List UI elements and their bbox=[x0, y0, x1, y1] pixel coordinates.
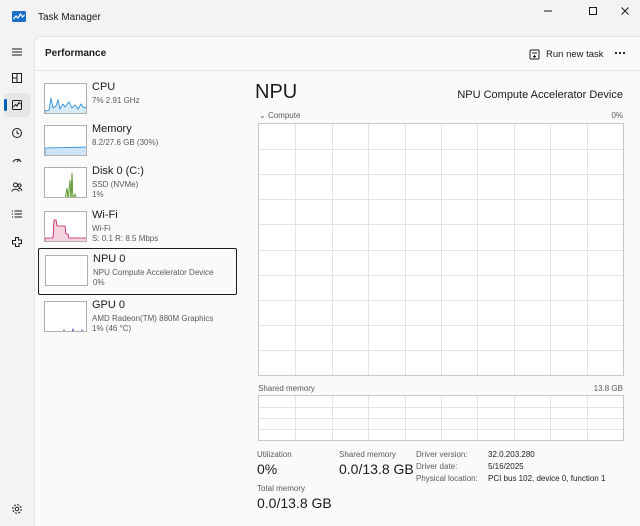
device-detail: 0% bbox=[93, 278, 105, 287]
total-memory-label: Total memory bbox=[257, 484, 306, 493]
driver-version-value: 32.0.203.280 bbox=[488, 450, 535, 459]
shared-memory-graph-label: Shared memory bbox=[258, 384, 315, 393]
total-memory-value: 0.0/13.8 GB bbox=[257, 495, 332, 511]
startup-apps-icon bbox=[12, 158, 22, 163]
driver-version-label: Driver version: bbox=[416, 450, 468, 459]
utilization-value: 0% bbox=[257, 461, 278, 477]
device-name: NPU 0 bbox=[93, 253, 126, 265]
run-new-task-icon bbox=[529, 49, 540, 59]
hamburger-menu-icon bbox=[12, 48, 22, 56]
device-detail: 1% bbox=[92, 190, 104, 199]
users-icon bbox=[11, 182, 23, 192]
device-detail: SSD (NVMe) bbox=[92, 180, 139, 189]
chevron-down-icon: ⌄ bbox=[259, 111, 266, 120]
more-options-button[interactable] bbox=[609, 44, 631, 62]
device-thumbnail-disk bbox=[44, 167, 87, 198]
device-detail: NPU Compute Accelerator Device bbox=[93, 268, 214, 277]
device-thumbnail-npu bbox=[45, 255, 88, 286]
performance-icon bbox=[12, 100, 22, 110]
device-model: NPU Compute Accelerator Device bbox=[457, 89, 623, 101]
device-name: GPU 0 bbox=[92, 299, 126, 311]
compute-graph-label[interactable]: ⌄ Compute bbox=[259, 111, 300, 120]
compute-graph-grid bbox=[259, 124, 623, 375]
device-detail: 7% 2.91 GHz bbox=[92, 96, 140, 105]
minimize-icon bbox=[544, 10, 552, 12]
compute-graph bbox=[258, 123, 624, 376]
shared-memory-value: 0.0/13.8 GB bbox=[339, 461, 414, 477]
app-history-icon bbox=[12, 128, 22, 138]
driver-date-value: 5/16/2025 bbox=[488, 462, 524, 471]
processes-icon bbox=[12, 73, 22, 83]
compute-label-text: Compute bbox=[267, 111, 301, 120]
device-thumbnail-memory bbox=[44, 125, 87, 156]
device-gpu[interactable]: GPU 0 AMD Radeon(TM) 880M Graphics 1% (4… bbox=[38, 295, 237, 337]
nav-item-app-history[interactable] bbox=[4, 121, 30, 145]
device-heading: NPU bbox=[255, 81, 298, 103]
nav-menu-button[interactable] bbox=[4, 40, 30, 64]
nav-item-settings[interactable] bbox=[4, 497, 30, 521]
device-thumbnail-cpu bbox=[44, 83, 87, 114]
minimize-button[interactable] bbox=[533, 0, 563, 22]
device-detail: 8.2/27.6 GB (30%) bbox=[92, 138, 159, 147]
nav-item-processes[interactable] bbox=[4, 66, 30, 90]
device-detail: Wi-Fi bbox=[92, 224, 111, 233]
settings-icon bbox=[12, 504, 22, 514]
device-name: Disk 0 (C:) bbox=[92, 165, 144, 177]
title-bar: Task Manager bbox=[0, 0, 640, 34]
nav-item-startup-apps[interactable] bbox=[4, 148, 30, 172]
maximize-button[interactable] bbox=[578, 0, 608, 22]
compute-graph-max: 0% bbox=[611, 111, 623, 120]
nav-item-users[interactable] bbox=[4, 175, 30, 199]
device-disk[interactable]: Disk 0 (C:) SSD (NVMe) 1% bbox=[38, 161, 237, 203]
more-options-icon bbox=[614, 51, 626, 55]
device-detail: S: 0.1 R: 8.5 Mbps bbox=[92, 234, 159, 243]
page-title: Performance bbox=[45, 48, 107, 59]
physical-location-value: PCI bus 102, device 0, function 1 bbox=[488, 474, 606, 483]
utilization-label: Utilization bbox=[257, 450, 292, 459]
shared-memory-graph bbox=[258, 395, 624, 441]
maximize-icon bbox=[589, 7, 597, 15]
device-thumbnail-gpu bbox=[44, 301, 87, 332]
task-manager-app-icon bbox=[12, 11, 26, 22]
close-button[interactable] bbox=[610, 0, 640, 22]
close-icon bbox=[621, 7, 629, 15]
device-name: Memory bbox=[92, 123, 132, 135]
device-name: Wi-Fi bbox=[92, 209, 118, 221]
services-icon bbox=[12, 237, 22, 247]
device-wifi[interactable]: Wi-Fi Wi-Fi S: 0.1 R: 8.5 Mbps bbox=[38, 205, 237, 247]
device-memory[interactable]: Memory 8.2/27.6 GB (30%) bbox=[38, 119, 237, 161]
page-header: Performance Run new task bbox=[35, 37, 640, 71]
device-name: CPU bbox=[92, 81, 116, 93]
details-icon bbox=[12, 210, 22, 218]
shared-memory-graph-max: 13.8 GB bbox=[593, 384, 623, 393]
shared-memory-label: Shared memory bbox=[339, 450, 396, 459]
device-cpu[interactable]: CPU 7% 2.91 GHz bbox=[38, 77, 237, 119]
nav-item-services[interactable] bbox=[4, 230, 30, 254]
physical-location-label: Physical location: bbox=[416, 474, 478, 483]
nav-item-details[interactable] bbox=[4, 202, 30, 226]
device-thumbnail-wifi bbox=[44, 211, 87, 242]
device-detail: 1% (46 °C) bbox=[92, 324, 132, 333]
run-new-task-button[interactable]: Run new task bbox=[529, 46, 604, 62]
window-title: Task Manager bbox=[38, 12, 101, 23]
nav-item-performance[interactable] bbox=[4, 93, 30, 117]
content-panel: Performance Run new task CPU 7% 2.91 GHz bbox=[34, 36, 640, 526]
device-detail: AMD Radeon(TM) 880M Graphics bbox=[92, 314, 214, 323]
run-new-task-label: Run new task bbox=[546, 48, 604, 60]
device-npu[interactable]: NPU 0 NPU Compute Accelerator Device 0% bbox=[38, 248, 237, 295]
driver-date-label: Driver date: bbox=[416, 462, 458, 471]
shared-memory-graph-grid bbox=[259, 396, 623, 440]
